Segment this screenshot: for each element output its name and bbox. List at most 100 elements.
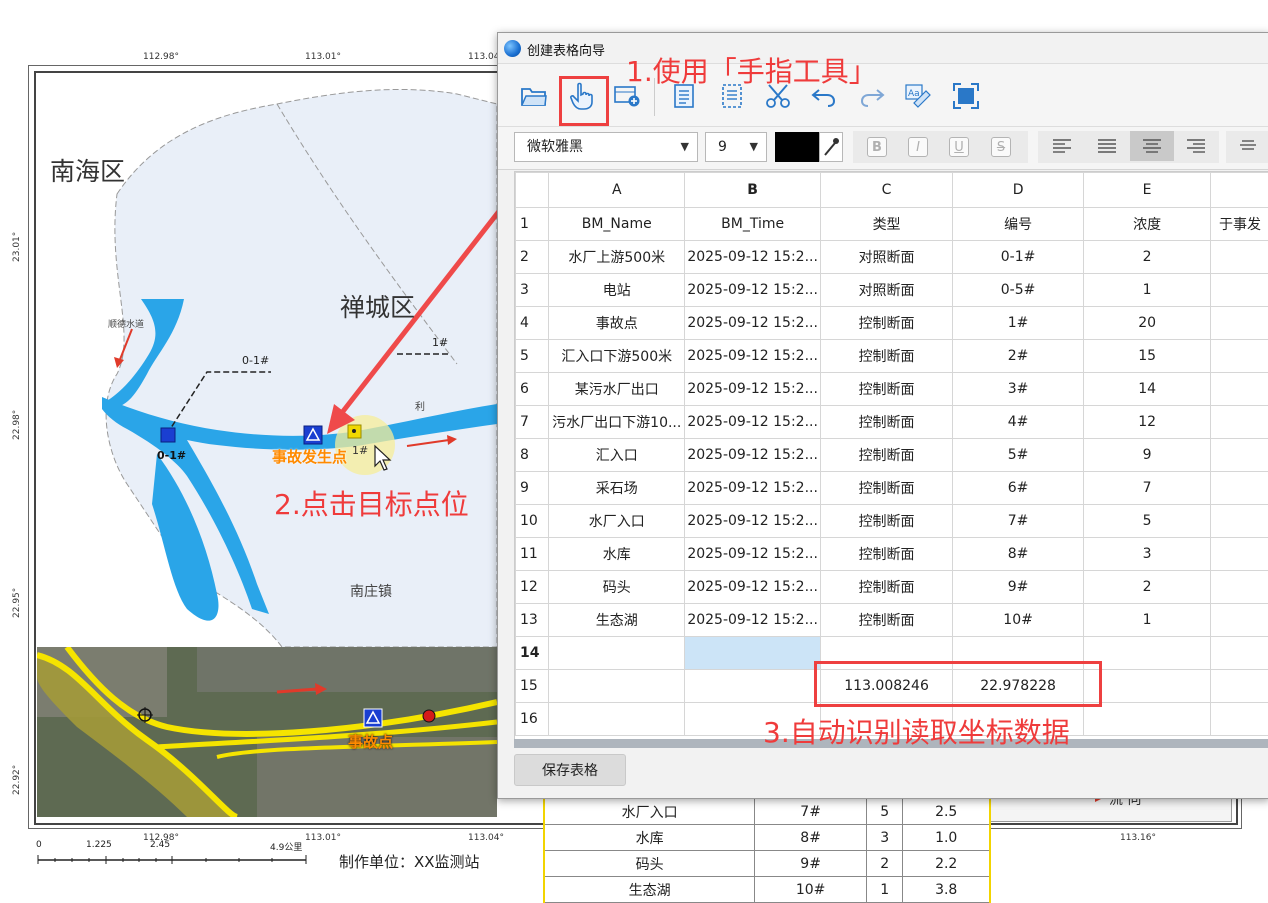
underline-button[interactable]: U	[949, 137, 969, 157]
grid-cell[interactable]: 水厂上游500米	[549, 241, 685, 274]
dialog-titlebar[interactable]: 创建表格向导	[498, 33, 1268, 64]
row-header[interactable]: 3	[516, 274, 549, 307]
grid-cell[interactable]: 2025-09-12 15:2...	[685, 406, 821, 439]
grid-cell[interactable]: 事故点	[549, 307, 685, 340]
row-header[interactable]: 4	[516, 307, 549, 340]
row-header[interactable]: 12	[516, 571, 549, 604]
font-edit-button[interactable]: Aa	[902, 80, 934, 112]
bold-button[interactable]: B	[867, 137, 887, 157]
grid-cell[interactable]: 浓度	[1084, 208, 1211, 241]
align-right-button[interactable]	[1174, 131, 1218, 161]
grid-cell[interactable]	[1211, 307, 1268, 340]
grid-cell[interactable]: 6#	[953, 472, 1084, 505]
grid-cell[interactable]	[685, 637, 821, 670]
strikethrough-button[interactable]: S	[991, 137, 1011, 157]
grid-cell[interactable]: 1#	[953, 307, 1084, 340]
grid-cell[interactable]: 于事发	[1211, 208, 1268, 241]
grid-cell[interactable]: 15	[1084, 340, 1211, 373]
column-header-e[interactable]: E	[1084, 173, 1211, 208]
grid-cell[interactable]: 12	[1084, 406, 1211, 439]
grid-cell[interactable]: 4#	[953, 406, 1084, 439]
column-header-b[interactable]: B	[685, 173, 821, 208]
grid-cell[interactable]	[1211, 439, 1268, 472]
grid-cell[interactable]: 5#	[953, 439, 1084, 472]
row-header[interactable]: 16	[516, 703, 549, 736]
grid-cell[interactable]: 1	[1084, 604, 1211, 637]
grid-cell[interactable]	[1084, 703, 1211, 736]
color-picker-button[interactable]	[819, 132, 843, 162]
grid-cell[interactable]: 10#	[953, 604, 1084, 637]
spreadsheet-grid[interactable]: A B C D E 1BM_NameBM_Time类型编号浓度于事发2水厂上游5…	[514, 171, 1268, 740]
grid-cell[interactable]	[1211, 241, 1268, 274]
align-center-button[interactable]	[1130, 131, 1174, 161]
row-header[interactable]: 5	[516, 340, 549, 373]
grid-cell[interactable]: 7	[1084, 472, 1211, 505]
grid-cell[interactable]: 3#	[953, 373, 1084, 406]
row-header[interactable]: 10	[516, 505, 549, 538]
grid-cell[interactable]: 控制断面	[821, 307, 953, 340]
grid-cell[interactable]: 控制断面	[821, 439, 953, 472]
row-header[interactable]: 6	[516, 373, 549, 406]
grid-cell[interactable]	[1211, 538, 1268, 571]
column-header-f[interactable]	[1211, 173, 1268, 208]
grid-cell[interactable]: 9	[1084, 439, 1211, 472]
fullscreen-button[interactable]	[950, 80, 982, 112]
grid-cell[interactable]: 类型	[821, 208, 953, 241]
grid-cell[interactable]: 2025-09-12 15:2...	[685, 439, 821, 472]
font-color-swatch[interactable]	[775, 132, 819, 162]
grid-cell[interactable]: 码头	[549, 571, 685, 604]
grid-cell[interactable]	[549, 637, 685, 670]
row-header[interactable]: 8	[516, 439, 549, 472]
row-header[interactable]: 7	[516, 406, 549, 439]
grid-cell[interactable]: 编号	[953, 208, 1084, 241]
grid-cell[interactable]: 控制断面	[821, 538, 953, 571]
grid-cell[interactable]: 汇入口	[549, 439, 685, 472]
grid-cell[interactable]	[1211, 472, 1268, 505]
grid-cell[interactable]: 2025-09-12 15:2...	[685, 538, 821, 571]
italic-button[interactable]: I	[908, 137, 928, 157]
open-folder-button[interactable]	[518, 80, 550, 112]
grid-cell[interactable]: 2025-09-12 15:2...	[685, 373, 821, 406]
row-header[interactable]: 13	[516, 604, 549, 637]
grid-cell[interactable]: BM_Name	[549, 208, 685, 241]
row-header[interactable]: 15	[516, 670, 549, 703]
grid-cell[interactable]: 控制断面	[821, 373, 953, 406]
grid-cell[interactable]: 1	[1084, 274, 1211, 307]
grid-cell[interactable]: 2	[1084, 241, 1211, 274]
grid-cell[interactable]	[1084, 670, 1211, 703]
grid-cell[interactable]: 5	[1084, 505, 1211, 538]
grid-cell[interactable]: 控制断面	[821, 340, 953, 373]
grid-cell[interactable]: 2025-09-12 15:2...	[685, 340, 821, 373]
grid-cell[interactable]	[1211, 604, 1268, 637]
row-header[interactable]: 11	[516, 538, 549, 571]
grid-cell[interactable]: 控制断面	[821, 604, 953, 637]
grid-cell[interactable]: 2	[1084, 571, 1211, 604]
grid-cell[interactable]: 生态湖	[549, 604, 685, 637]
grid-cell[interactable]	[1211, 703, 1268, 736]
align-left-button[interactable]	[1040, 131, 1084, 161]
grid-cell[interactable]: 2025-09-12 15:2...	[685, 472, 821, 505]
grid-cell[interactable]: 水厂入口	[549, 505, 685, 538]
grid-cell[interactable]: 控制断面	[821, 571, 953, 604]
grid-cell[interactable]	[1211, 340, 1268, 373]
grid-cell[interactable]: 对照断面	[821, 241, 953, 274]
grid-cell[interactable]	[1211, 373, 1268, 406]
grid-cell[interactable]: 控制断面	[821, 505, 953, 538]
row-header[interactable]: 9	[516, 472, 549, 505]
align-justify-button[interactable]	[1085, 131, 1129, 161]
grid-cell[interactable]: 2025-09-12 15:2...	[685, 274, 821, 307]
column-header-d[interactable]: D	[953, 173, 1084, 208]
grid-cell[interactable]	[1211, 505, 1268, 538]
grid-cell[interactable]: 2025-09-12 15:2...	[685, 241, 821, 274]
grid-cell[interactable]	[1211, 637, 1268, 670]
row-header[interactable]: 14	[516, 637, 549, 670]
grid-cell[interactable]: 0-5#	[953, 274, 1084, 307]
grid-cell[interactable]: 20	[1084, 307, 1211, 340]
grid-cell[interactable]: 2025-09-12 15:2...	[685, 604, 821, 637]
grid-cell[interactable]: BM_Time	[685, 208, 821, 241]
grid-cell[interactable]: 某污水厂出口	[549, 373, 685, 406]
save-table-button[interactable]: 保存表格	[514, 754, 626, 786]
column-header-c[interactable]: C	[821, 173, 953, 208]
column-header-a[interactable]: A	[549, 173, 685, 208]
grid-cell[interactable]: 2025-09-12 15:2...	[685, 505, 821, 538]
